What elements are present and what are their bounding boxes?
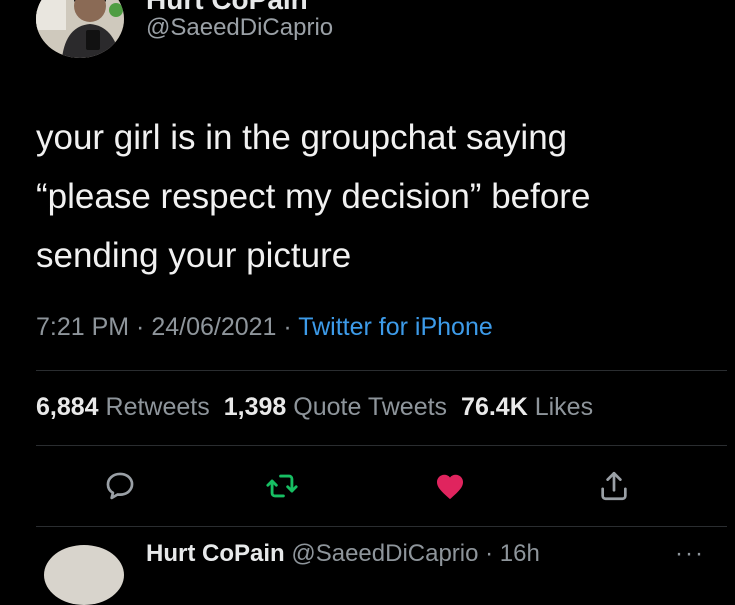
tweet-detail: Hurt CoPain @SaeedDiCaprio your girl is … bbox=[0, 0, 735, 605]
action-bar bbox=[0, 466, 735, 510]
reply-handle[interactable]: @SaeedDiCaprio bbox=[291, 540, 478, 567]
retweet-icon bbox=[266, 474, 298, 498]
share-icon bbox=[601, 471, 627, 501]
tweet-source-link[interactable]: Twitter for iPhone bbox=[298, 313, 493, 341]
tweet-text-line: your girl is in the groupchat saying bbox=[36, 118, 568, 157]
avatar[interactable] bbox=[36, 0, 124, 58]
divider bbox=[36, 526, 727, 527]
user-handle[interactable]: @SaeedDiCaprio bbox=[146, 14, 333, 42]
tweet-meta: 7:21 PM · 24/06/2021 · Twitter for iPhon… bbox=[36, 313, 493, 342]
reply-separator: · bbox=[478, 540, 500, 567]
tweet-date[interactable]: 24/06/2021 bbox=[151, 313, 276, 341]
tweet-text-line: sending your picture bbox=[36, 236, 352, 275]
quote-tweets-count: 1,398 bbox=[223, 393, 287, 421]
divider bbox=[36, 445, 727, 446]
tweet-text: your girl is in the groupchat saying “pl… bbox=[36, 108, 696, 285]
likes-stat[interactable]: 76.4K Likes bbox=[461, 393, 593, 421]
likes-label: Likes bbox=[534, 393, 594, 421]
like-button[interactable] bbox=[430, 466, 470, 506]
quote-tweets-label: Quote Tweets bbox=[293, 393, 448, 421]
reply-avatar[interactable] bbox=[44, 545, 124, 605]
tweet-time[interactable]: 7:21 PM bbox=[36, 313, 129, 341]
reply-time[interactable]: 16h bbox=[500, 540, 540, 567]
divider bbox=[36, 370, 727, 371]
tweet-text-line: “please respect my decision” before bbox=[36, 177, 591, 216]
heart-icon bbox=[436, 474, 464, 500]
meta-separator: · bbox=[276, 313, 299, 341]
share-button[interactable] bbox=[594, 466, 634, 506]
retweets-label: Retweets bbox=[105, 393, 210, 421]
reply-display-name[interactable]: Hurt CoPain bbox=[146, 540, 285, 567]
reply-icon bbox=[106, 472, 134, 500]
meta-separator: · bbox=[129, 313, 152, 341]
avatar-photo bbox=[36, 0, 124, 58]
reply-header: Hurt CoPain @SaeedDiCaprio · 16h bbox=[146, 540, 540, 568]
tweet-stats: 6,884 Retweets 1,398 Quote Tweets 76.4K Li… bbox=[36, 393, 593, 422]
likes-count: 76.4K bbox=[461, 393, 528, 421]
quote-tweets-stat[interactable]: 1,398 Quote Tweets bbox=[224, 393, 447, 421]
retweet-button[interactable] bbox=[262, 466, 302, 506]
retweets-count: 6,884 bbox=[36, 393, 99, 421]
more-options-icon[interactable]: ··· bbox=[675, 540, 705, 568]
retweets-stat[interactable]: 6,884 Retweets bbox=[36, 393, 210, 421]
reply-button[interactable] bbox=[100, 466, 140, 506]
